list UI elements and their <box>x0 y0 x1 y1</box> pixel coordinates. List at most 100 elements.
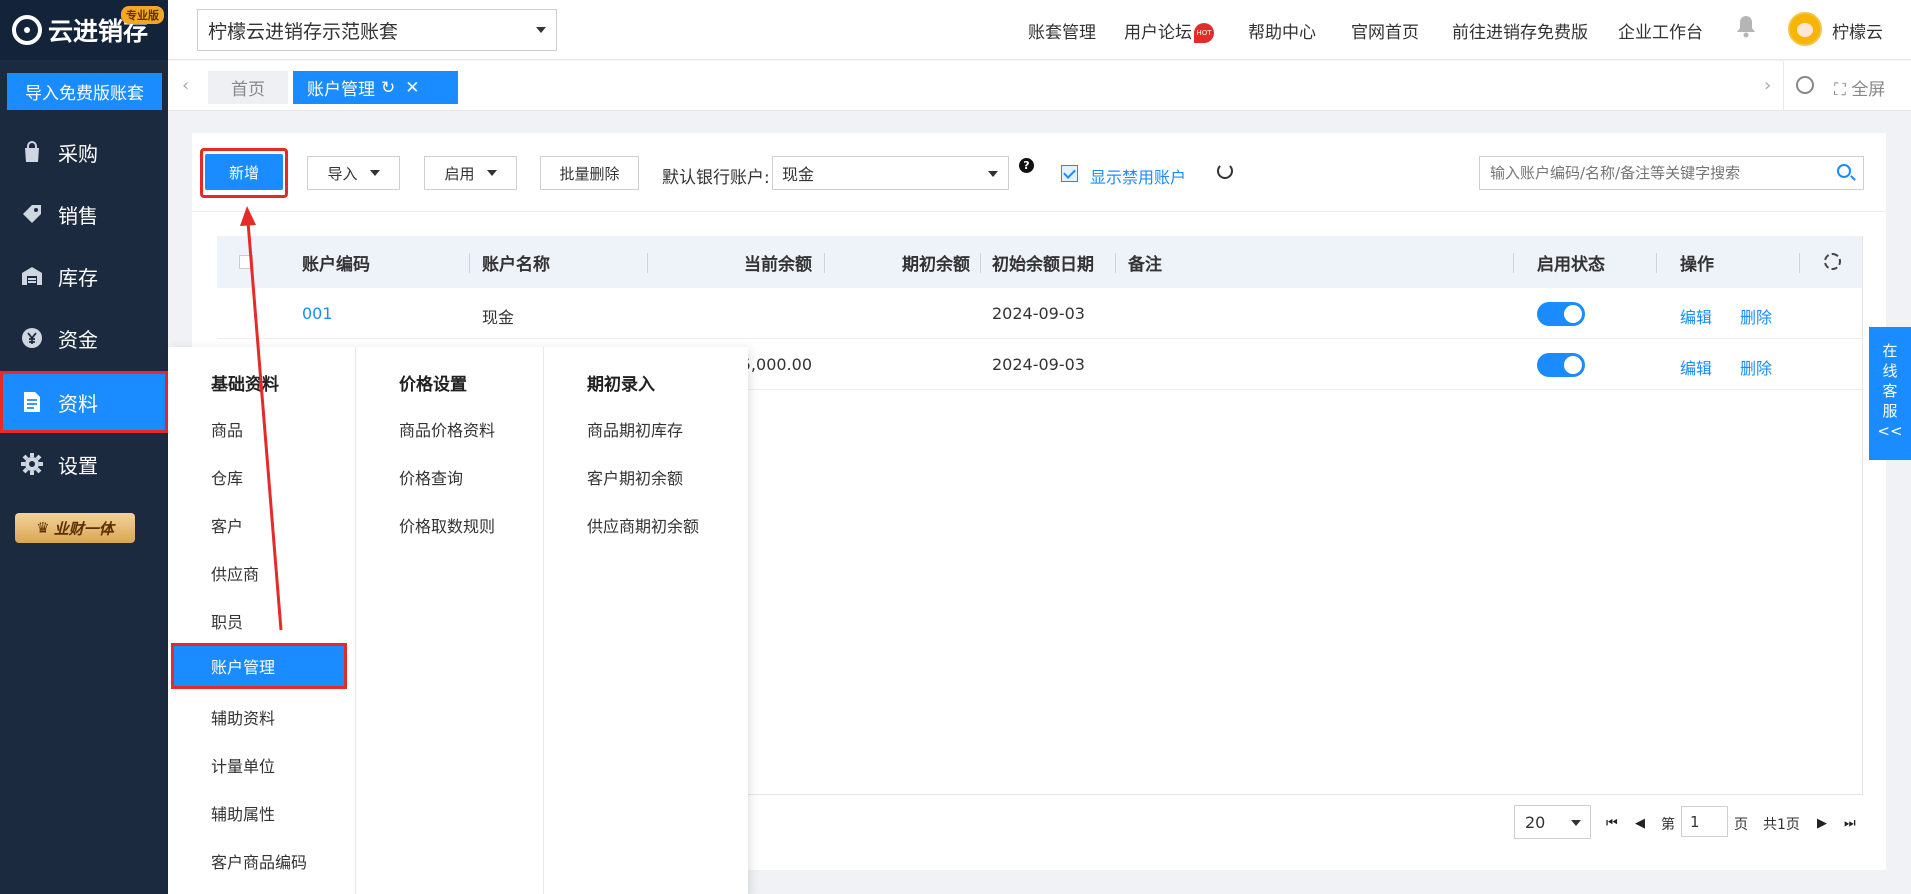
menu-item-supplier[interactable]: 供应商 <box>211 561 259 585</box>
menu-heading-basic: 基础资料 <box>211 375 279 395</box>
sidebar-item-inventory[interactable]: 库存 <box>0 245 168 307</box>
menu-column-price: 价格设置 商品价格资料 价格查询 价格取数规则 <box>355 347 544 894</box>
next-page-icon[interactable]: ▶ <box>1817 816 1827 831</box>
menu-item-price-data[interactable]: 商品价格资料 <box>399 417 495 441</box>
tab-current-label: 账户管理 <box>307 80 375 100</box>
refresh-icon[interactable]: ↻ <box>381 78 395 98</box>
import-dropdown[interactable]: 导入 <box>307 156 400 190</box>
first-page-icon[interactable]: ⏮ <box>1606 816 1618 831</box>
menu-item-unit[interactable]: 计量单位 <box>211 753 275 777</box>
menu-item-aux-data[interactable]: 辅助资料 <box>211 705 275 729</box>
delete-link[interactable]: 删除 <box>1740 355 1772 379</box>
menu-item-customer[interactable]: 客户 <box>211 513 243 537</box>
table-border <box>1862 236 1863 794</box>
caret-down-icon <box>1571 820 1581 826</box>
col-separator <box>980 253 981 273</box>
col-opening-balance[interactable]: 期初余额 <box>837 250 970 275</box>
batch-delete-label: 批量删除 <box>559 164 620 183</box>
menu-item-price-query[interactable]: 价格查询 <box>399 465 463 489</box>
opening-date: 2024-09-03 <box>992 355 1085 374</box>
help-icon[interactable]: ? <box>1019 158 1034 173</box>
account-code-link[interactable]: 001 <box>302 304 333 323</box>
batch-delete-button[interactable]: 批量删除 <box>540 156 639 190</box>
edit-link[interactable]: 编辑 <box>1680 355 1712 379</box>
tab-divider <box>1783 61 1784 111</box>
search-input[interactable] <box>1479 156 1864 190</box>
account-set-select[interactable]: 柠檬云进销存示范账套 <box>197 9 557 51</box>
menu-item-customer-goods-code[interactable]: 客户商品编码 <box>211 849 307 873</box>
collapse-icon[interactable] <box>1796 76 1814 94</box>
sidebar-item-data[interactable]: 资料 <box>0 371 168 433</box>
data-submenu: 基础资料 商品 仓库 客户 供应商 职员 账户管理 辅助资料 计量单位 辅助属性… <box>168 347 748 894</box>
service-char: << <box>1877 422 1903 440</box>
link-help-center[interactable]: 帮助中心 <box>1248 18 1316 43</box>
col-account-code[interactable]: 账户编码 <box>302 250 370 275</box>
add-button[interactable]: 新增 <box>205 154 283 190</box>
link-user-forum[interactable]: 用户论坛 HOT <box>1124 18 1214 43</box>
logo[interactable]: 云进销存 专业版 <box>0 0 168 60</box>
chevron-left-icon[interactable]: ‹ <box>182 75 189 96</box>
sidebar-item-settings[interactable]: 设置 <box>0 433 168 495</box>
bell-icon[interactable] <box>1736 14 1756 38</box>
select-all-checkbox[interactable] <box>239 255 253 269</box>
sidebar-item-sales[interactable]: 销售 <box>0 183 168 245</box>
menu-item-aux-attr[interactable]: 辅助属性 <box>211 801 275 825</box>
sidebar-item-funds[interactable]: 资金 <box>0 307 168 369</box>
close-icon[interactable]: ✕ <box>405 78 419 98</box>
col-separator <box>824 253 825 273</box>
online-service-tab[interactable]: 在 线 客 服 << <box>1869 327 1911 460</box>
show-disabled-label[interactable]: 显示禁用账户 <box>1090 164 1186 188</box>
sidebar-item-purchase[interactable]: 采购 <box>0 121 168 183</box>
avatar[interactable] <box>1788 12 1822 46</box>
import-free-version-button[interactable]: 导入免费版账套 <box>7 73 162 110</box>
menu-item-customer-opening[interactable]: 客户期初余额 <box>587 465 683 489</box>
refresh-icon[interactable] <box>1217 163 1233 179</box>
default-bank-value: 现金 <box>782 165 815 184</box>
fullscreen-label: 全屏 <box>1851 80 1886 100</box>
tab-account-management[interactable]: 账户管理 ↻ ✕ <box>293 71 458 104</box>
prev-page-icon[interactable]: ◀ <box>1635 816 1645 831</box>
warehouse-icon <box>20 264 44 288</box>
col-opening-date[interactable]: 初始余额日期 <box>992 250 1094 275</box>
delete-link[interactable]: 删除 <box>1740 304 1772 328</box>
col-separator <box>1656 253 1657 273</box>
menu-heading-price: 价格设置 <box>399 375 467 395</box>
tab-home[interactable]: 首页 <box>208 71 288 104</box>
username[interactable]: 柠檬云 <box>1832 18 1883 43</box>
chevron-right-icon[interactable]: › <box>1764 75 1771 96</box>
menu-item-supplier-opening[interactable]: 供应商期初余额 <box>587 513 699 537</box>
status-toggle[interactable] <box>1537 302 1585 326</box>
show-disabled-checkbox[interactable] <box>1061 165 1078 182</box>
col-current-balance[interactable]: 当前余额 <box>695 250 812 275</box>
col-separator <box>1513 253 1514 273</box>
default-bank-select[interactable]: 现金 <box>772 156 1009 190</box>
status-toggle[interactable] <box>1537 353 1585 377</box>
chevron-down-icon <box>536 27 546 33</box>
page-input[interactable]: 1 <box>1681 806 1728 837</box>
expand-icon: ⛶ <box>1834 80 1852 100</box>
link-account-management[interactable]: 账套管理 <box>1028 18 1096 43</box>
menu-item-staff[interactable]: 职员 <box>211 609 243 633</box>
menu-item-account-management[interactable]: 账户管理 <box>171 643 347 689</box>
link-user-forum-label: 用户论坛 <box>1124 23 1192 43</box>
search-icon[interactable] <box>1837 164 1851 178</box>
col-note[interactable]: 备注 <box>1128 250 1162 275</box>
edit-link[interactable]: 编辑 <box>1680 304 1712 328</box>
fullscreen-button[interactable]: ⛶ 全屏 <box>1834 75 1885 100</box>
menu-item-price-rules[interactable]: 价格取数规则 <box>399 513 495 537</box>
menu-item-goods[interactable]: 商品 <box>211 417 243 441</box>
menu-item-opening-stock[interactable]: 商品期初库存 <box>587 417 683 441</box>
menu-item-warehouse[interactable]: 仓库 <box>211 465 243 489</box>
link-free-version[interactable]: 前往进销存免费版 <box>1452 18 1588 43</box>
page-size-select[interactable]: 20 <box>1514 805 1591 839</box>
col-status[interactable]: 启用状态 <box>1537 250 1605 275</box>
vip-badge[interactable]: ♛ 业财一体 <box>15 513 135 543</box>
link-official-site[interactable]: 官网首页 <box>1351 18 1419 43</box>
enable-dropdown[interactable]: 启用 <box>424 156 517 190</box>
bag-icon <box>20 140 44 164</box>
col-account-name[interactable]: 账户名称 <box>482 250 550 275</box>
last-page-icon[interactable]: ⏭ <box>1844 816 1856 831</box>
col-separator <box>1115 253 1116 273</box>
link-enterprise-workbench[interactable]: 企业工作台 <box>1618 18 1703 43</box>
column-settings-icon[interactable] <box>1824 253 1841 270</box>
